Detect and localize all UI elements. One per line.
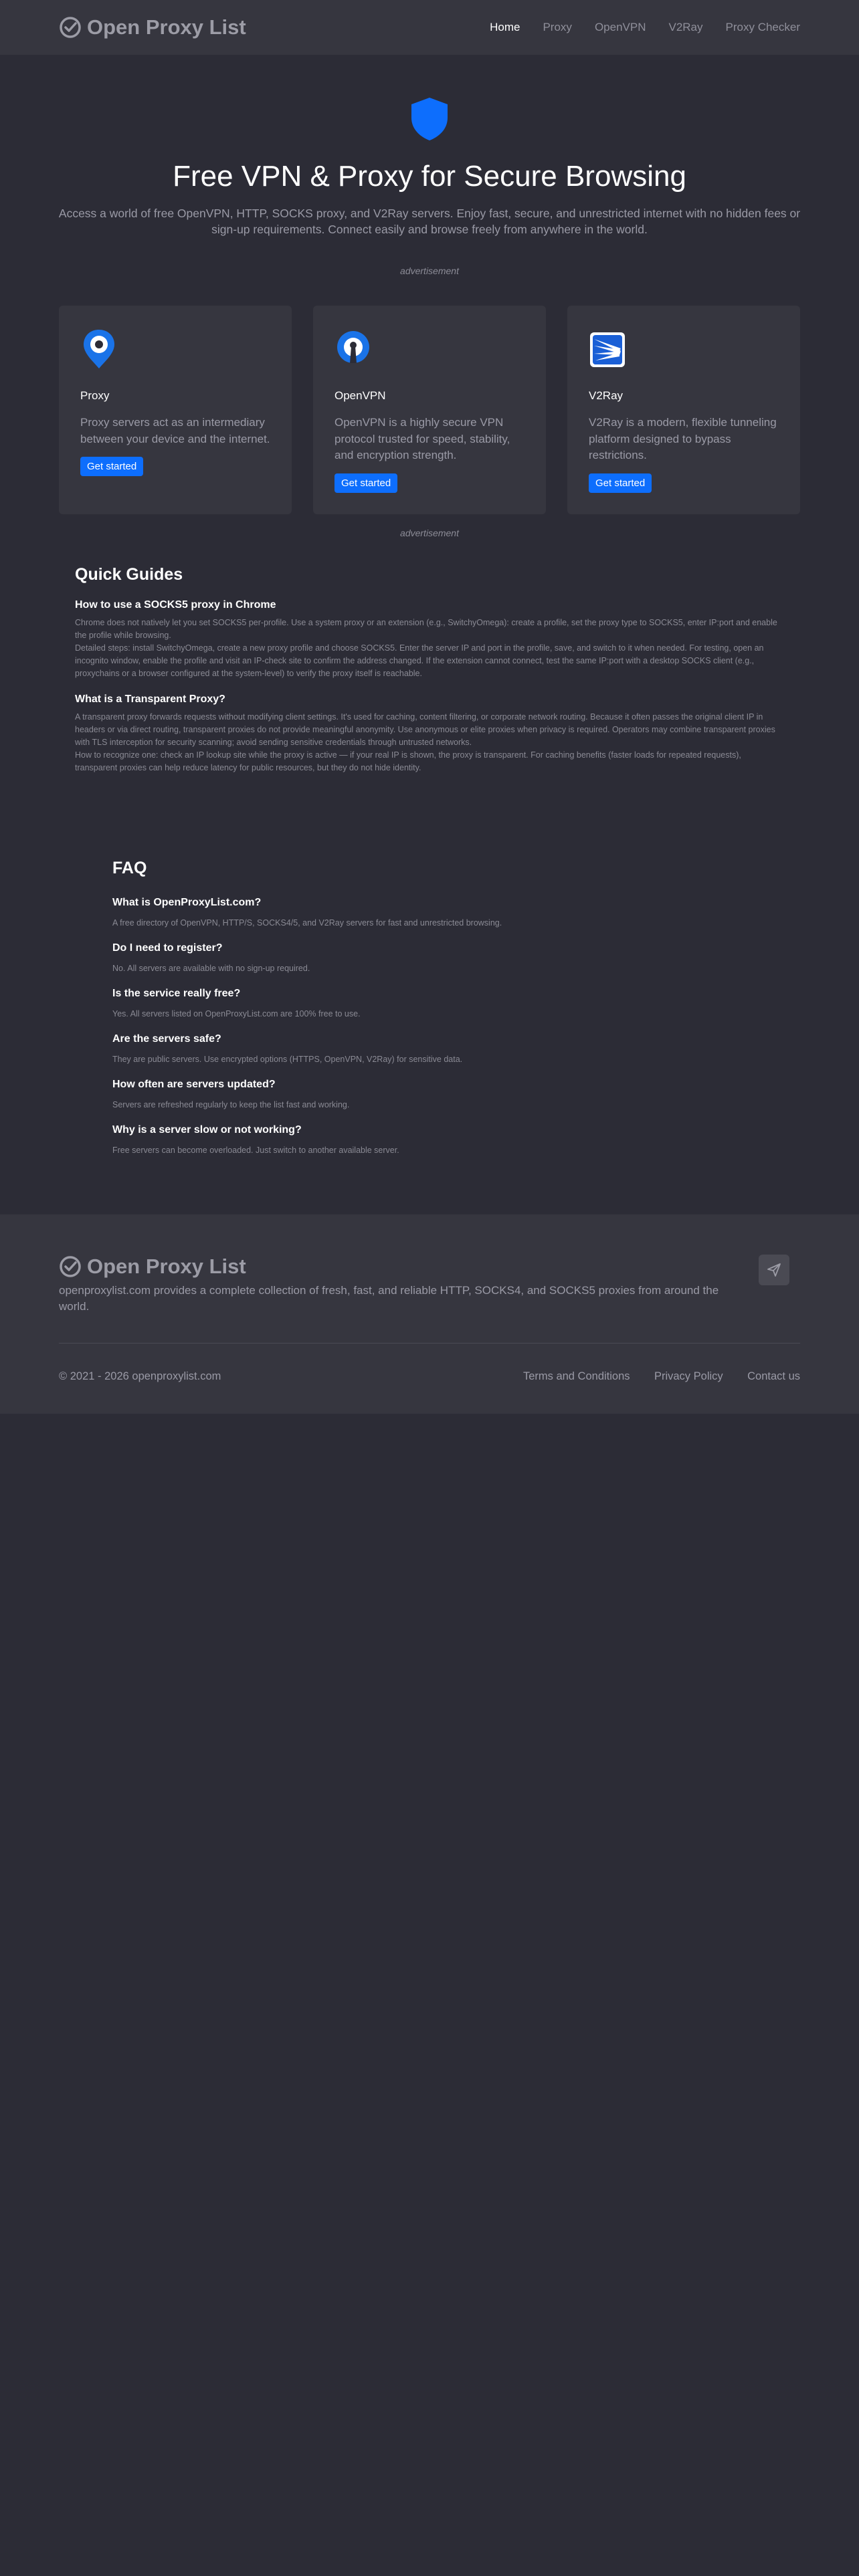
faq-section: FAQ What is OpenProxyList.com? A free di… [0,859,859,1155]
faq-item: Why is a server slow or not working? Fre… [112,1124,747,1155]
faq-answer: Servers are refreshed regularly to keep … [112,1100,350,1109]
nav-item-v2ray[interactable]: V2Ray [668,21,702,34]
card-description: V2Ray is a modern, flexible tunneling pl… [589,416,777,461]
faq-question: Are the servers safe? [112,1033,221,1045]
faq-item: What is OpenProxyList.com? A free direct… [112,897,747,928]
faq-answer: They are public servers. Use encrypted o… [112,1055,463,1064]
guide-item: How to use a SOCKS5 proxy in Chrome Chro… [75,599,784,680]
check-badge-icon [60,17,81,38]
nav-item-home[interactable]: Home [490,21,520,34]
card-description: OpenVPN is a highly secure VPN protocol … [335,416,510,461]
card-title: OpenVPN [335,389,386,402]
service-cards: Proxy Proxy servers act as an intermedia… [0,306,859,514]
top-navbar: Open Proxy List Home Proxy OpenVPN V2Ray… [0,0,859,55]
location-pin-icon [84,330,114,368]
nav-item-proxy-checker[interactable]: Proxy Checker [726,21,800,34]
card-v2ray: V2Ray V2Ray is a modern, flexible tunnel… [567,306,800,514]
privacy-link[interactable]: Privacy Policy [654,1370,723,1382]
nav-item-proxy[interactable]: Proxy [543,21,571,34]
guide-text: A transparent proxy forwards requests wi… [75,712,775,747]
contact-link[interactable]: Contact us [747,1370,800,1382]
get-started-button[interactable]: Get started [80,457,144,476]
faq-item: Is the service really free? Yes. All ser… [112,988,747,1018]
quick-guides-section: Quick Guides How to use a SOCKS5 proxy i… [0,565,859,774]
faq-item: Do I need to register? No. All servers a… [112,942,747,973]
faq-answer: A free directory of OpenVPN, HTTP/S, SOC… [112,918,502,928]
advertisement-label: advertisement [400,265,459,276]
nav-item-openvpn[interactable]: OpenVPN [595,21,646,34]
guide-text: How to recognize one: check an IP lookup… [75,750,741,772]
faq-question: What is OpenProxyList.com? [112,897,262,908]
faq-question: Is the service really free? [112,988,241,999]
brand-name: Open Proxy List [87,15,246,39]
card-description: Proxy servers act as an intermediary bet… [80,416,270,445]
card-openvpn: OpenVPN OpenVPN is a highly secure VPN p… [313,306,546,514]
hero-subtitle: Access a world of free OpenVPN, HTTP, SO… [58,207,801,236]
brand-name: Open Proxy List [87,1255,246,1278]
footer-links: Terms and Conditions Privacy Policy Cont… [502,1370,800,1383]
guide-text: Detailed steps: install SwitchyOmega, cr… [75,643,764,678]
section-title: Quick Guides [75,565,183,584]
faq-item: Are the servers safe? They are public se… [112,1033,747,1064]
main-nav: Home Proxy OpenVPN V2Ray Proxy Checker [467,21,800,34]
v2ray-logo-icon [590,332,625,367]
advertisement-label: advertisement [400,528,459,538]
faq-question: Why is a server slow or not working? [112,1124,302,1136]
guide-item: What is a Transparent Proxy? A transpare… [75,693,784,774]
card-proxy: Proxy Proxy servers act as an intermedia… [59,306,292,514]
get-started-button[interactable]: Get started [335,473,398,493]
terms-link[interactable]: Terms and Conditions [523,1370,630,1382]
telegram-button[interactable] [759,1255,789,1285]
faq-item: How often are servers updated? Servers a… [112,1079,747,1109]
card-title: Proxy [80,389,110,402]
footer-divider [59,1343,800,1344]
get-started-button[interactable]: Get started [589,473,652,493]
faq-question: How often are servers updated? [112,1079,276,1090]
faq-answer: Yes. All servers listed on OpenProxyList… [112,1009,361,1018]
hero-title: Free VPN & Proxy for Secure Browsing [173,160,686,193]
footer-description: openproxylist.com provides a complete co… [59,1284,719,1313]
paper-plane-icon [767,1263,781,1277]
keyhole-icon [337,331,369,363]
faq-answer: No. All servers are available with no si… [112,964,310,973]
brand[interactable]: Open Proxy List [59,15,246,39]
copyright: © 2021 - 2026 openproxylist.com [59,1370,221,1382]
hero-section: Free VPN & Proxy for Secure Browsing Acc… [0,55,859,237]
shield-icon [411,98,448,140]
footer-brand[interactable]: Open Proxy List [59,1255,728,1279]
faq-question: Do I need to register? [112,942,223,954]
faq-answer: Free servers can become overloaded. Just… [112,1146,399,1155]
guide-title: What is a Transparent Proxy? [75,693,225,705]
site-footer: Open Proxy List openproxylist.com provid… [0,1214,859,1414]
guide-title: How to use a SOCKS5 proxy in Chrome [75,599,276,611]
check-badge-icon [60,1256,81,1277]
guide-text: Chrome does not natively let you set SOC… [75,618,777,640]
card-title: V2Ray [589,389,624,402]
section-title: FAQ [112,859,147,877]
